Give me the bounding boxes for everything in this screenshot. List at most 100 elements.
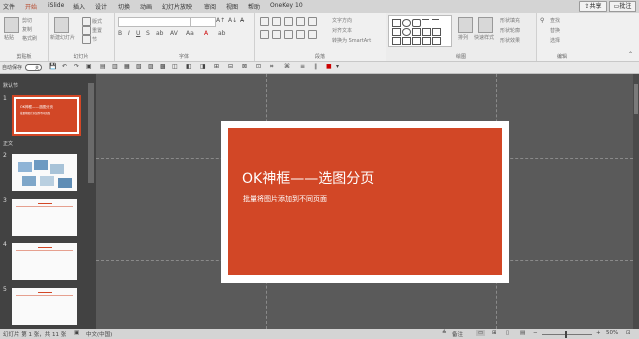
zoom-in-icon[interactable]: + bbox=[596, 330, 601, 336]
arrange-button[interactable]: 排列 bbox=[458, 34, 468, 41]
shape-fill-button[interactable]: 形状填充 bbox=[500, 17, 520, 24]
comments-button[interactable]: ▭批注 bbox=[609, 1, 636, 12]
shape-outline-button[interactable]: 形状轮廓 bbox=[500, 27, 520, 34]
triangle-shape-icon[interactable] bbox=[412, 28, 421, 36]
fit-slide-icon[interactable]: ⊡ bbox=[626, 330, 631, 336]
qat-tool-icon[interactable]: ⌗ bbox=[270, 63, 273, 71]
brace-shape-icon[interactable] bbox=[412, 37, 421, 45]
collapse-ribbon-icon[interactable]: ⌃ bbox=[628, 51, 633, 58]
qat-tool-icon[interactable]: ▤ bbox=[100, 63, 106, 70]
shape-effects-button[interactable]: 形状效果 bbox=[500, 37, 520, 44]
format-painter-button[interactable]: 格式刷 bbox=[22, 35, 37, 42]
font-family-combo[interactable] bbox=[118, 17, 192, 27]
find-button[interactable]: 查找 bbox=[550, 17, 560, 24]
bold-icon[interactable]: B bbox=[118, 30, 122, 37]
align-right-icon[interactable] bbox=[284, 30, 293, 39]
highlight-icon[interactable]: ab bbox=[218, 30, 226, 37]
cut-button[interactable]: 剪切 bbox=[22, 17, 32, 24]
convert-smartart-button[interactable]: 转换为 SmartArt bbox=[332, 37, 371, 44]
tab-file[interactable]: 文件 bbox=[3, 2, 15, 11]
thumbnail-scrollbar[interactable] bbox=[88, 83, 94, 183]
bullets-icon[interactable] bbox=[260, 17, 269, 26]
qat-tool-icon[interactable]: ⊠ bbox=[242, 63, 247, 70]
bracket-shape-icon[interactable] bbox=[392, 37, 401, 45]
section-button[interactable]: 节 bbox=[92, 36, 97, 43]
tab-islide[interactable]: iSlide bbox=[48, 2, 64, 9]
share-button[interactable]: ⇪共享 bbox=[579, 1, 607, 12]
redo-icon[interactable]: ↷ bbox=[74, 63, 79, 70]
undo-icon[interactable]: ↶ bbox=[62, 63, 67, 70]
qat-tool-icon[interactable]: ⊞ bbox=[214, 63, 219, 70]
line-shape-icon[interactable] bbox=[422, 19, 429, 26]
qat-tool-icon[interactable]: ▨ bbox=[148, 63, 154, 70]
oval-shape-icon[interactable] bbox=[402, 19, 411, 27]
clear-format-icon[interactable]: A̶ bbox=[240, 17, 244, 24]
qat-tool-icon[interactable]: ▧ bbox=[136, 63, 142, 70]
shapes-gallery[interactable] bbox=[388, 15, 452, 47]
tab-design[interactable]: 设计 bbox=[95, 2, 107, 11]
scrollbar-thumb[interactable] bbox=[634, 84, 638, 114]
shadow-icon[interactable]: S bbox=[146, 30, 150, 37]
normal-view-icon[interactable]: ▭ bbox=[476, 330, 486, 336]
qat-tool-icon[interactable]: ⌘ bbox=[284, 63, 290, 70]
font-grow-icon[interactable]: A↑ bbox=[216, 17, 225, 24]
italic-icon[interactable]: I bbox=[128, 30, 130, 37]
paste-icon[interactable] bbox=[4, 17, 19, 33]
star-shape-icon[interactable] bbox=[432, 28, 441, 36]
slideshow-view-icon[interactable]: ▤ bbox=[520, 330, 525, 336]
quick-styles-icon[interactable] bbox=[478, 17, 493, 33]
rounded-rect-shape-icon[interactable] bbox=[412, 19, 421, 27]
tab-view[interactable]: 视图 bbox=[226, 2, 238, 11]
slide-thumbnail[interactable] bbox=[12, 288, 77, 325]
layout-button[interactable]: 版式 bbox=[92, 18, 102, 25]
qat-more-icon[interactable]: ▾ bbox=[336, 63, 339, 70]
tab-transitions[interactable]: 切换 bbox=[118, 2, 130, 11]
qat-tool-icon[interactable]: ⊡ bbox=[256, 63, 261, 70]
zoom-slider[interactable] bbox=[542, 331, 592, 338]
slide-thumbnail[interactable]: OK神框——选图分页 批量将图片添加到不同页面 bbox=[12, 95, 81, 136]
font-color-icon[interactable]: A bbox=[204, 30, 208, 37]
qat-tool-icon[interactable]: ▩ bbox=[160, 63, 166, 70]
text-direction-button[interactable]: 文字方向 bbox=[332, 17, 352, 24]
circle-shape-icon[interactable] bbox=[402, 28, 411, 36]
tab-review[interactable]: 审阅 bbox=[204, 2, 216, 11]
qat-tool-icon[interactable]: ▦ bbox=[124, 63, 130, 70]
qat-tool-icon[interactable]: ◧ bbox=[186, 63, 192, 70]
line-spacing-icon[interactable] bbox=[308, 17, 317, 26]
qat-tool-icon[interactable]: ■ bbox=[326, 63, 332, 70]
textbox-shape-icon[interactable] bbox=[392, 28, 401, 36]
callout-shape-icon[interactable] bbox=[422, 37, 431, 45]
tab-insert[interactable]: 插入 bbox=[73, 2, 85, 11]
misc-shape-icon[interactable] bbox=[432, 37, 441, 45]
zoom-out-icon[interactable]: − bbox=[533, 330, 538, 336]
curve-shape-icon[interactable] bbox=[402, 37, 411, 45]
reading-view-icon[interactable]: ▯ bbox=[506, 330, 509, 336]
zoom-slider-thumb[interactable] bbox=[565, 331, 567, 338]
slide-thumbnail[interactable] bbox=[12, 154, 77, 191]
rectangle-shape-icon[interactable] bbox=[392, 19, 401, 27]
qat-tool-icon[interactable]: ▥ bbox=[112, 63, 118, 70]
new-slide-icon[interactable] bbox=[54, 17, 69, 33]
columns-icon[interactable] bbox=[308, 30, 317, 39]
autosave-toggle[interactable]: 关 bbox=[25, 64, 42, 71]
align-left-icon[interactable] bbox=[260, 30, 269, 39]
justify-icon[interactable] bbox=[296, 30, 305, 39]
qat-tool-icon[interactable]: ≡ bbox=[300, 63, 305, 70]
qat-tool-icon[interactable]: ∥ bbox=[314, 63, 317, 70]
replace-button[interactable]: 替换 bbox=[550, 27, 560, 34]
arrange-icon[interactable] bbox=[458, 17, 473, 33]
change-case-icon[interactable]: Aa bbox=[186, 30, 194, 37]
increase-indent-icon[interactable] bbox=[296, 17, 305, 26]
canvas-scrollbar[interactable] bbox=[633, 74, 639, 329]
reset-button[interactable]: 重置 bbox=[92, 27, 102, 34]
tab-help[interactable]: 帮助 bbox=[248, 2, 260, 11]
slide-thumbnail[interactable] bbox=[12, 199, 77, 236]
arrow-right-shape-icon[interactable] bbox=[422, 28, 431, 36]
spellcheck-icon[interactable]: ▣ bbox=[74, 330, 79, 336]
paste-button[interactable]: 粘贴 bbox=[4, 34, 14, 41]
decrease-indent-icon[interactable] bbox=[284, 17, 293, 26]
start-slideshow-icon[interactable]: ▣ bbox=[86, 63, 92, 70]
qat-tool-icon[interactable]: ◨ bbox=[200, 63, 206, 70]
qat-tool-icon[interactable]: ⊟ bbox=[228, 63, 233, 70]
notes-icon[interactable]: ≙ bbox=[442, 330, 447, 336]
